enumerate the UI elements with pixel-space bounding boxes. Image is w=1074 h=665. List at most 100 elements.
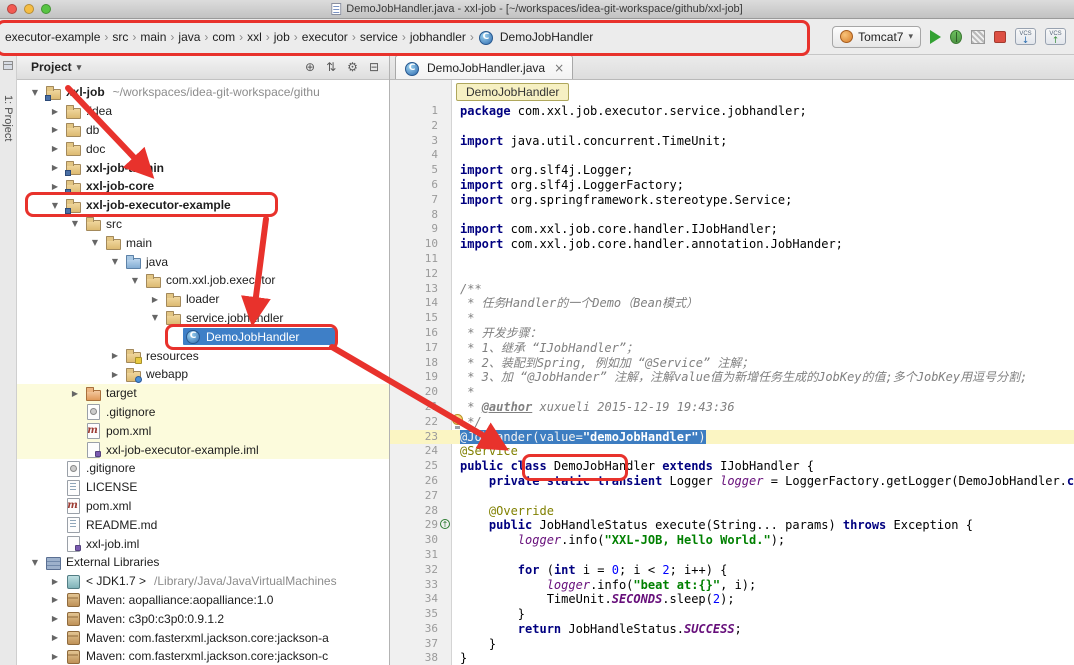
tree-item-resources[interactable]: ▶resources (17, 346, 389, 365)
disclosure-collapsed-icon[interactable]: ▶ (47, 614, 63, 623)
code-line-17[interactable]: 17 * 1、继承 “IJobHandler”； (390, 341, 1074, 356)
code-line-9[interactable]: 9import com.xxl.job.core.handler.IJobHan… (390, 222, 1074, 237)
gutter-line-number[interactable]: 34 (390, 592, 452, 607)
gutter-line-number[interactable]: 35 (390, 607, 452, 622)
disclosure-collapsed-icon[interactable]: ▶ (107, 370, 123, 379)
code-line-36[interactable]: 36 return JobHandleStatus.SUCCESS; (390, 622, 1074, 637)
tree-item-db[interactable]: ▶db (17, 121, 389, 140)
code-line-4[interactable]: 4 (390, 148, 1074, 163)
tree-item-doc[interactable]: ▶doc (17, 139, 389, 158)
gutter-line-number[interactable]: 12 (390, 267, 452, 282)
tree-item-maven-aopalliance-aopalliance-1-0[interactable]: ▶Maven: aopalliance:aopalliance:1.0 (17, 591, 389, 610)
disclosure-expanded-icon[interactable]: ▼ (47, 201, 63, 210)
gutter-line-number[interactable]: 13 (390, 282, 452, 297)
gutter-line-number[interactable]: 27 (390, 489, 452, 504)
disclosure-collapsed-icon[interactable]: ▶ (47, 163, 63, 172)
breadcrumb-java[interactable]: java (175, 28, 203, 46)
disclosure-collapsed-icon[interactable]: ▶ (147, 295, 163, 304)
gutter-line-number[interactable]: 8 (390, 208, 452, 223)
gutter-line-number[interactable]: 29↑ (390, 518, 452, 533)
tree-item-jdk1-7[interactable]: ▶< JDK1.7 >/Library/Java/JavaVirtualMach… (17, 572, 389, 591)
code-line-18[interactable]: 18 * 2、装配到Spring, 例如加 “@Service” 注解； (390, 356, 1074, 371)
coverage-button[interactable] (971, 30, 985, 44)
flatten-icon[interactable]: ⇅ (326, 60, 336, 74)
tree-item-xxl-job[interactable]: ▼xxl-job~/workspaces/idea-git-workspace/… (17, 83, 389, 102)
code-line-24[interactable]: 24@Service (390, 444, 1074, 459)
gutter-line-number[interactable]: 4 (390, 148, 452, 163)
code-line-15[interactable]: 15 * (390, 311, 1074, 326)
tree-item-idea[interactable]: ▶.idea (17, 102, 389, 121)
tree-item-main[interactable]: ▼main (17, 233, 389, 252)
gutter-line-number[interactable]: 25 (390, 459, 452, 474)
gutter-line-number[interactable]: 36 (390, 622, 452, 637)
minimize-window-icon[interactable] (24, 4, 34, 14)
code-line-30[interactable]: 30 logger.info("XXL-JOB, Hello World."); (390, 533, 1074, 548)
code-line-29[interactable]: 29↑ public JobHandleStatus execute(Strin… (390, 518, 1074, 533)
gutter-line-number[interactable]: 31 (390, 548, 452, 563)
gutter-line-number[interactable]: 15 (390, 311, 452, 326)
gutter-line-number[interactable]: 19 (390, 370, 452, 385)
code-line-12[interactable]: 12 (390, 267, 1074, 282)
gutter-line-number[interactable]: 23 (390, 430, 452, 445)
disclosure-collapsed-icon[interactable]: ▶ (47, 144, 63, 153)
code-line-3[interactable]: 3import java.util.concurrent.TimeUnit; (390, 134, 1074, 149)
disclosure-expanded-icon[interactable]: ▼ (27, 558, 43, 567)
tree-item-xxl-job-admin[interactable]: ▶xxl-job-admin (17, 158, 389, 177)
gutter-line-number[interactable]: 3 (390, 134, 452, 149)
code-line-33[interactable]: 33 logger.info("beat at:{}", i); (390, 578, 1074, 593)
code-line-38[interactable]: 38} (390, 651, 1074, 665)
tree-item-xxl-job-executor-example-iml[interactable]: xxl-job-executor-example.iml (17, 440, 389, 459)
breadcrumb-jobhandler[interactable]: jobhandler (407, 28, 469, 46)
code-line-1[interactable]: 1package com.xxl.job.executor.service.jo… (390, 104, 1074, 119)
gutter-line-number[interactable]: 1 (390, 104, 452, 119)
tree-item-gitignore[interactable]: .gitignore (17, 459, 389, 478)
disclosure-expanded-icon[interactable]: ▼ (107, 257, 123, 266)
editor-breadcrumb-tag[interactable]: DemoJobHandler (456, 83, 569, 101)
gutter-line-number[interactable]: 9 (390, 222, 452, 237)
breadcrumb-src[interactable]: src (109, 28, 131, 46)
gutter-line-number[interactable]: 22 (390, 415, 452, 430)
debug-button[interactable] (950, 30, 962, 44)
tree-item-demojobhandler[interactable]: CDemoJobHandler (17, 327, 389, 346)
tree-item-readme-md[interactable]: README.md (17, 515, 389, 534)
breadcrumb-main[interactable]: main (137, 28, 169, 46)
gutter-line-number[interactable]: 24 (390, 444, 452, 459)
tree-item-src[interactable]: ▼src (17, 215, 389, 234)
code-line-10[interactable]: 10import com.xxl.job.core.handler.annota… (390, 237, 1074, 252)
tree-item-target[interactable]: ▶target (17, 384, 389, 403)
tree-item-xxl-job-core[interactable]: ▶xxl-job-core (17, 177, 389, 196)
project-tree[interactable]: ▼xxl-job~/workspaces/idea-git-workspace/… (17, 80, 389, 665)
project-view-select[interactable]: Project ▾ (31, 60, 81, 74)
code-editor[interactable]: DemoJobHandler 1package com.xxl.job.exec… (390, 80, 1074, 665)
gutter-line-number[interactable]: 32 (390, 563, 452, 578)
gutter-line-number[interactable]: 38 (390, 651, 452, 665)
gutter-line-number[interactable]: 21 (390, 400, 452, 415)
code-line-32[interactable]: 32 for (int i = 0; i < 2; i++) { (390, 563, 1074, 578)
breadcrumb-com[interactable]: com (209, 28, 238, 46)
breadcrumb-demojobhandler[interactable]: CDemoJobHandler (475, 28, 596, 46)
maximize-window-icon[interactable] (41, 4, 51, 14)
code-line-35[interactable]: 35 } (390, 607, 1074, 622)
disclosure-collapsed-icon[interactable]: ▶ (47, 595, 63, 604)
disclosure-collapsed-icon[interactable]: ▶ (67, 389, 83, 398)
tree-item-xxl-job-executor-example[interactable]: ▼xxl-job-executor-example (17, 196, 389, 215)
code-line-25[interactable]: 25public class DemoJobHandler extends IJ… (390, 459, 1074, 474)
vcs-commit-button[interactable]: VCS ↑ (1045, 28, 1066, 45)
code-line-20[interactable]: 20 * (390, 385, 1074, 400)
gear-icon[interactable]: ⚙ (347, 60, 358, 74)
tree-item-maven-c3p0-c3p0-0-9-1-2[interactable]: ▶Maven: c3p0:c3p0:0.9.1.2 (17, 609, 389, 628)
code-line-27[interactable]: 27 (390, 489, 1074, 504)
gutter-line-number[interactable]: 11 (390, 252, 452, 267)
code-line-8[interactable]: 8 (390, 208, 1074, 223)
gutter-line-number[interactable]: 33 (390, 578, 452, 593)
gutter-line-number[interactable]: 17 (390, 341, 452, 356)
locate-icon[interactable]: ⊕ (305, 60, 315, 74)
code-line-13[interactable]: 13/** (390, 282, 1074, 297)
intention-bulb-icon[interactable] (452, 414, 463, 425)
code-line-37[interactable]: 37 } (390, 637, 1074, 652)
code-line-31[interactable]: 31 (390, 548, 1074, 563)
gutter-line-number[interactable]: 30 (390, 533, 452, 548)
tree-item-loader[interactable]: ▶loader (17, 290, 389, 309)
disclosure-expanded-icon[interactable]: ▼ (147, 313, 163, 322)
breadcrumb-service[interactable]: service (357, 28, 401, 46)
